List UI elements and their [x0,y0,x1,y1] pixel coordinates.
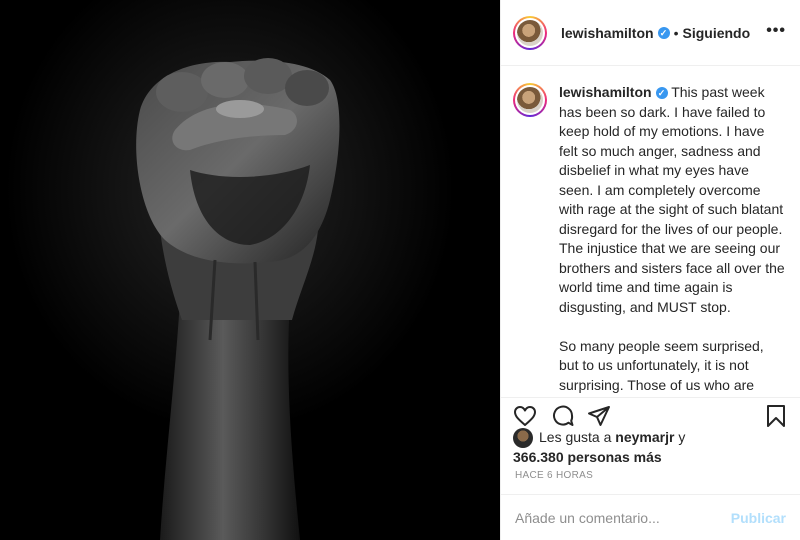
likes-summary: Les gusta a neymarjr y 366.380 personas … [513,428,793,467]
likes-prefix: Les gusta a [539,429,612,445]
post-header: lewishamilton ✓ • Siguiendo ••• [501,0,800,66]
following-button[interactable]: Siguiendo [682,25,750,41]
caption-paragraph: So many people seem surprised, but to us… [559,337,767,398]
likes-and: y [678,429,686,445]
verified-badge-icon: ✓ [655,87,668,100]
likes-count[interactable]: 366.380 personas más [513,449,662,465]
publish-button[interactable]: Publicar [731,510,786,526]
comment-bar: Publicar [501,494,800,540]
post-timestamp[interactable]: HACE 6 HORAS [515,470,593,481]
separator-dot: • [673,24,679,41]
liker-username[interactable]: neymarjr [615,429,674,445]
caption-author-avatar[interactable] [513,83,547,117]
caption-text: lewishamilton ✓ This past week has been s… [559,83,786,397]
caption-username[interactable]: lewishamilton [559,84,652,100]
author-avatar[interactable] [513,15,547,50]
more-options-icon[interactable]: ••• [766,22,786,40]
comment-input[interactable] [515,509,715,526]
post-details-panel: lewishamilton ✓ • Siguiendo ••• lewisham… [500,0,800,540]
verified-badge-icon: ✓ [657,26,670,39]
author-username[interactable]: lewishamilton [561,25,654,41]
caption-paragraph: This past week has been so dark. I have … [559,84,785,315]
caption-scroll-area[interactable]: lewishamilton ✓ This past week has been s… [501,67,800,397]
raised-fist-image [0,0,500,540]
post-photo[interactable] [0,0,500,540]
liker-avatar[interactable] [513,428,533,449]
